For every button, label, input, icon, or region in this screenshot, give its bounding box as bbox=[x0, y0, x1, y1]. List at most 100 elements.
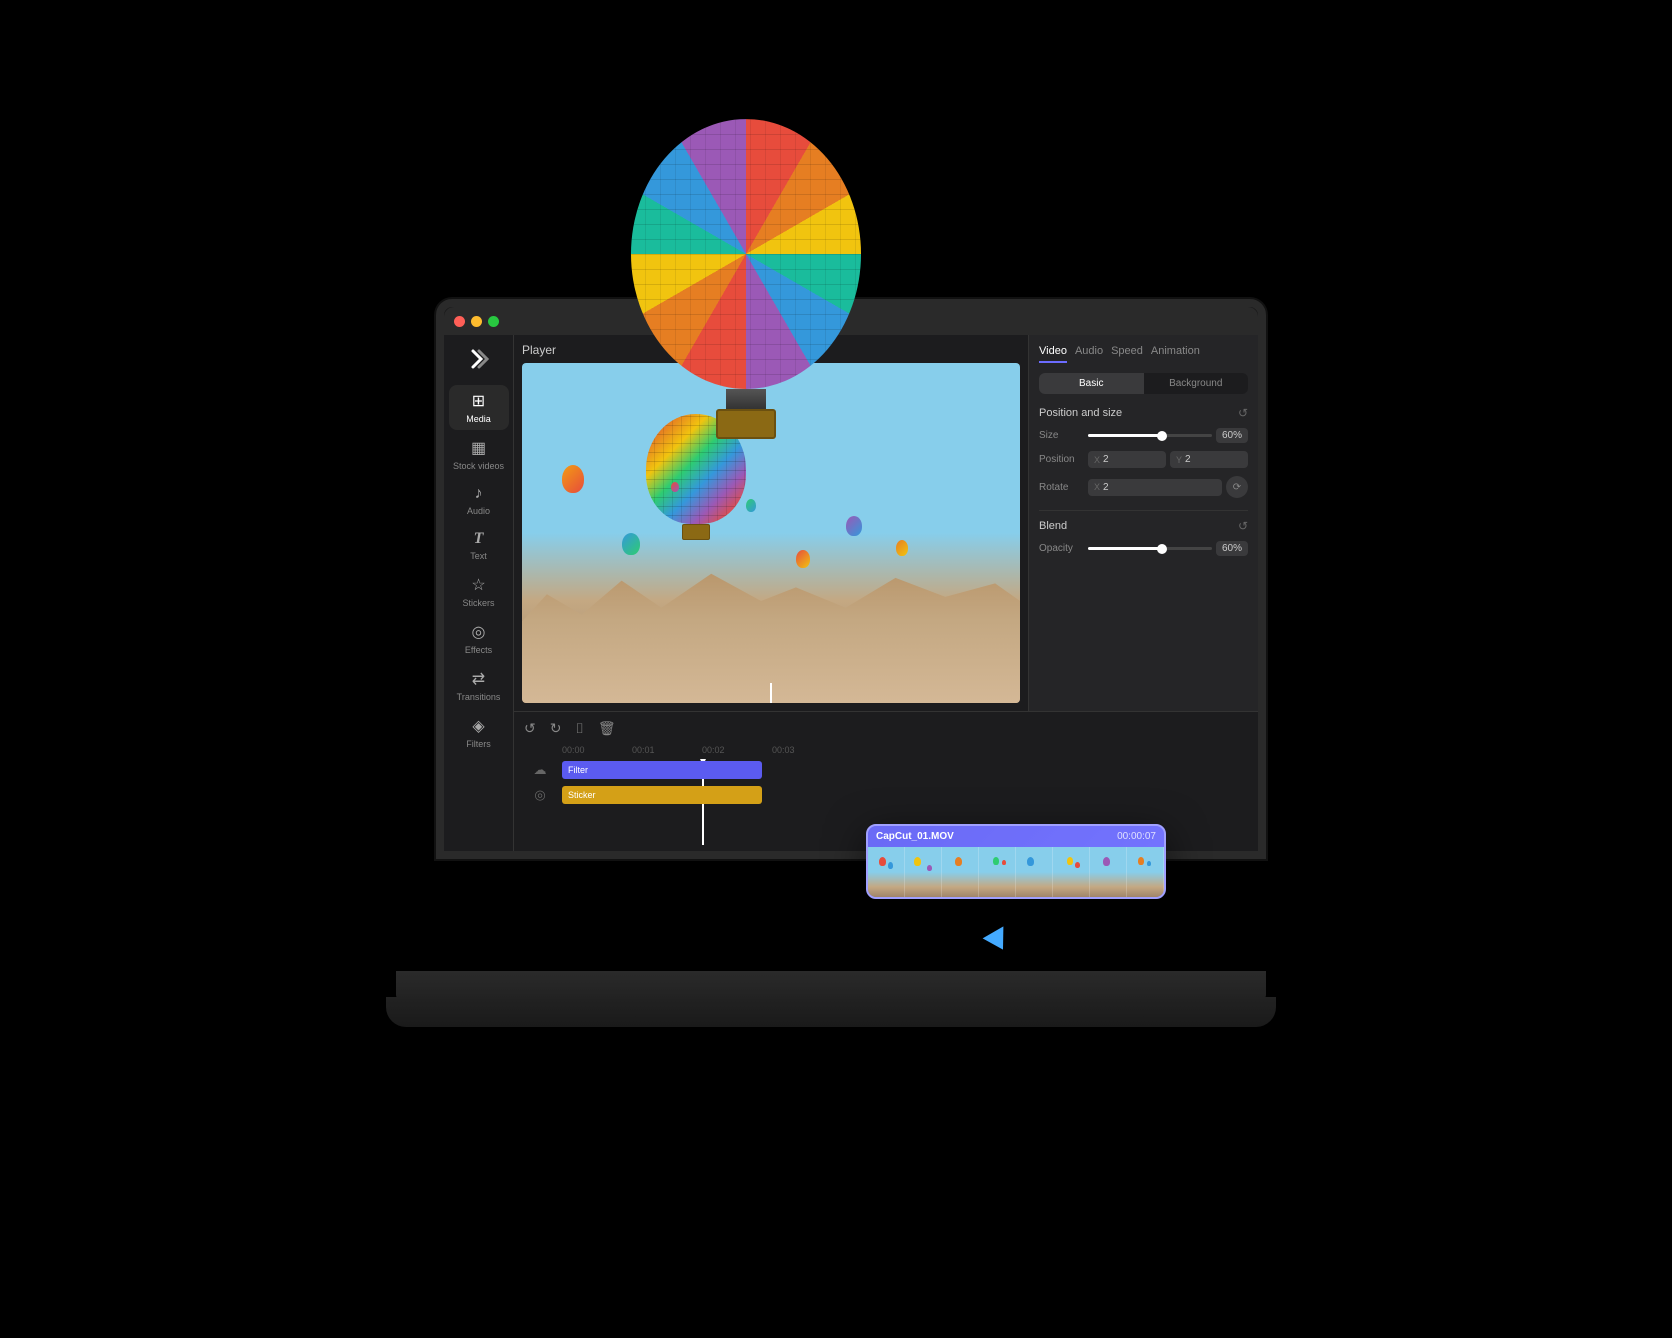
position-size-title: Position and size bbox=[1039, 407, 1122, 419]
laptop-frame: ⊞ Media ▦ Stock videos ♪ Audio bbox=[386, 219, 1286, 1119]
clip-popup-time: 00:00:07 bbox=[1117, 831, 1156, 842]
filmstrip-balloon-11 bbox=[1103, 857, 1110, 866]
rotate-dial-icon[interactable]: ⟳ bbox=[1226, 476, 1248, 498]
tab-animation[interactable]: Animation bbox=[1151, 345, 1200, 363]
filmstrip-balloon-7 bbox=[1002, 860, 1006, 865]
filmstrip-balloon-5 bbox=[955, 857, 962, 866]
rotate-x-input[interactable]: X 2 bbox=[1088, 479, 1222, 496]
sticker-clip[interactable]: Sticker bbox=[562, 786, 762, 804]
size-slider-thumb bbox=[1157, 431, 1167, 441]
sidebar-item-media[interactable]: ⊞ Media bbox=[449, 385, 509, 430]
opacity-value[interactable]: 60% bbox=[1216, 541, 1248, 556]
size-slider[interactable] bbox=[1088, 434, 1212, 437]
right-panel: Video Audio Speed Animation Basic Backgr… bbox=[1028, 335, 1258, 711]
subtab-background[interactable]: Background bbox=[1144, 373, 1249, 394]
sidebar-item-transitions[interactable]: ⇄ Transitions bbox=[449, 663, 509, 708]
stock-videos-icon: ▦ bbox=[471, 438, 486, 458]
delete-button[interactable]: 🗑 bbox=[596, 718, 618, 739]
opacity-slider[interactable] bbox=[1088, 547, 1212, 550]
video-preview bbox=[522, 363, 1020, 703]
video-playhead bbox=[770, 683, 772, 703]
filmstrip-balloon-6 bbox=[993, 857, 999, 865]
main-balloon-basket bbox=[682, 524, 710, 540]
laptop-base bbox=[396, 971, 1266, 999]
screen-inner: ⊞ Media ▦ Stock videos ♪ Audio bbox=[444, 307, 1258, 851]
laptop-base-bottom bbox=[386, 997, 1276, 1027]
tab-video[interactable]: Video bbox=[1039, 345, 1067, 363]
filmstrip-frame-3 bbox=[942, 847, 979, 897]
filmstrip-frame-5 bbox=[1016, 847, 1053, 897]
rotate-x-axis: X bbox=[1094, 482, 1100, 492]
small-balloon-6 bbox=[746, 499, 756, 512]
filter-clip[interactable]: Filter bbox=[562, 761, 762, 779]
ruler-mark-2: 00:02 bbox=[702, 745, 772, 755]
filter-track-icon: ☁ bbox=[522, 759, 558, 781]
panel-subtabs: Basic Background bbox=[1039, 373, 1248, 394]
blend-title: Blend bbox=[1039, 520, 1067, 532]
tab-audio[interactable]: Audio bbox=[1075, 345, 1103, 363]
size-value[interactable]: 60% bbox=[1216, 428, 1248, 443]
effects-icon: ◎ bbox=[472, 622, 486, 642]
tab-speed[interactable]: Speed bbox=[1111, 345, 1143, 363]
filmstrip-balloon-10 bbox=[1075, 862, 1080, 868]
player-area: Player bbox=[514, 335, 1028, 711]
clip-popup-title: CapCut_01.MOV bbox=[876, 831, 954, 842]
filmstrip-balloon-2 bbox=[888, 862, 893, 869]
close-button[interactable] bbox=[454, 316, 465, 327]
small-balloon-4 bbox=[846, 516, 862, 536]
text-icon: T bbox=[474, 530, 484, 548]
cursor-arrow bbox=[983, 926, 1014, 955]
sidebar-item-effects[interactable]: ◎ Effects bbox=[449, 616, 509, 661]
redo-button[interactable]: ↻ bbox=[548, 718, 564, 739]
transitions-label: Transitions bbox=[457, 692, 501, 702]
small-balloon-3 bbox=[796, 550, 810, 568]
filmstrip-balloon-9 bbox=[1067, 857, 1073, 865]
blend-reset-icon[interactable]: ↺ bbox=[1238, 519, 1248, 533]
position-size-reset-icon[interactable]: ↺ bbox=[1238, 406, 1248, 420]
sidebar-item-stickers[interactable]: ☆ Stickers bbox=[449, 569, 509, 614]
timeline-toolbar: ↺ ↻ ⌷ 🗑 bbox=[522, 718, 1250, 739]
player-section: Player bbox=[514, 335, 1258, 711]
undo-button[interactable]: ↺ bbox=[522, 718, 538, 739]
filmstrip-balloon-1 bbox=[879, 857, 886, 866]
filmstrip-balloon-4 bbox=[927, 865, 932, 871]
clip-popup-filmstrip bbox=[868, 847, 1164, 897]
filmstrip-frame-4 bbox=[979, 847, 1016, 897]
media-icon: ⊞ bbox=[472, 391, 485, 411]
filmstrip-balloon-3 bbox=[914, 857, 921, 866]
sidebar-item-filters[interactable]: ◈ Filters bbox=[449, 710, 509, 755]
small-balloon-1 bbox=[562, 465, 584, 493]
stickers-icon: ☆ bbox=[471, 575, 485, 595]
sidebar-item-audio[interactable]: ♪ Audio bbox=[449, 479, 509, 522]
ruler-mark-3: 00:03 bbox=[772, 745, 842, 755]
video-bg bbox=[522, 363, 1020, 703]
sidebar-item-stock-videos[interactable]: ▦ Stock videos bbox=[449, 432, 509, 477]
size-slider-fill bbox=[1088, 434, 1162, 437]
maximize-button[interactable] bbox=[488, 316, 499, 327]
audio-label: Audio bbox=[467, 506, 490, 516]
blend-section-header: Blend ↺ bbox=[1039, 519, 1248, 533]
sidebar-item-text[interactable]: T Text bbox=[449, 524, 509, 567]
audio-icon: ♪ bbox=[475, 485, 483, 503]
capcut-logo-icon bbox=[467, 347, 491, 371]
titlebar bbox=[444, 307, 1258, 335]
rotate-row: Rotate X 2 ⟳ bbox=[1039, 476, 1248, 498]
app-layout: ⊞ Media ▦ Stock videos ♪ Audio bbox=[444, 335, 1258, 851]
size-label: Size bbox=[1039, 430, 1084, 441]
filmstrip-balloon-8 bbox=[1027, 857, 1034, 866]
filmstrip-frame-1 bbox=[868, 847, 905, 897]
minimize-button[interactable] bbox=[471, 316, 482, 327]
position-x-input[interactable]: X 2 bbox=[1088, 451, 1166, 468]
filmstrip-frame-6 bbox=[1053, 847, 1090, 897]
rotate-x-value: 2 bbox=[1103, 482, 1109, 493]
opacity-label: Opacity bbox=[1039, 543, 1084, 554]
clip-popup[interactable]: CapCut_01.MOV 00:00:07 bbox=[866, 824, 1166, 899]
position-x-axis: X bbox=[1094, 455, 1100, 465]
position-y-input[interactable]: Y 2 bbox=[1170, 451, 1248, 468]
sticker-track-row: ◎ Sticker bbox=[562, 784, 1250, 806]
subtab-basic[interactable]: Basic bbox=[1039, 373, 1144, 394]
text-label: Text bbox=[470, 551, 487, 561]
opacity-slider-thumb bbox=[1157, 544, 1167, 554]
split-button[interactable]: ⌷ bbox=[573, 718, 585, 739]
position-size-section-header: Position and size ↺ bbox=[1039, 406, 1248, 420]
